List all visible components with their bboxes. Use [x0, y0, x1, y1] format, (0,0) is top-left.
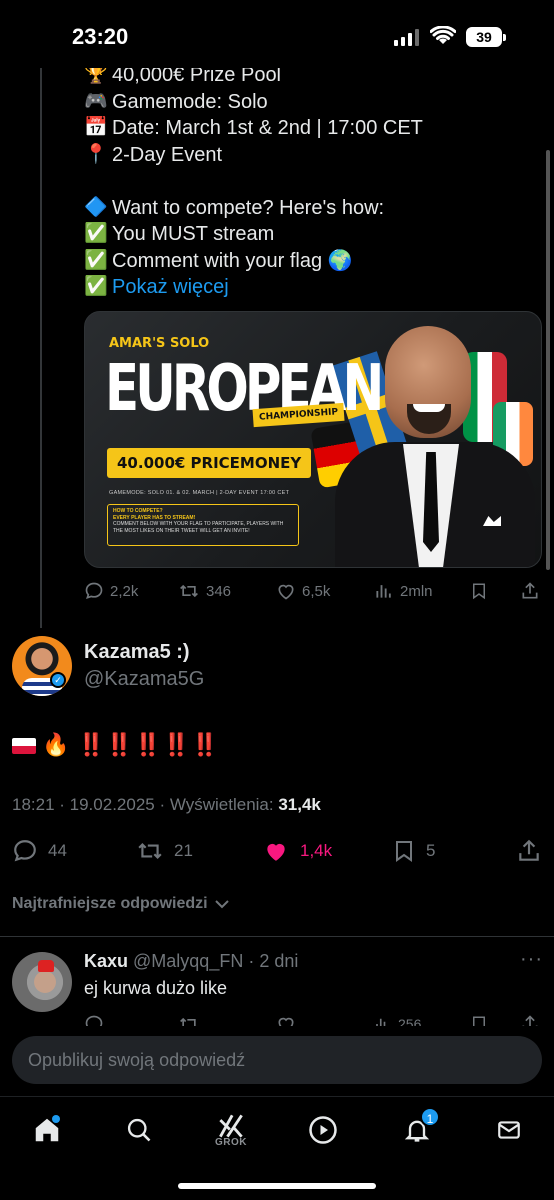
grok-icon	[219, 1114, 243, 1138]
poland-flag-icon	[12, 738, 36, 755]
reply-button[interactable]: 2,2k	[84, 581, 138, 601]
mail-icon	[498, 1121, 520, 1139]
like-button[interactable]: 1,4k	[262, 838, 332, 864]
reply-author-name: Kaxu	[84, 951, 129, 971]
author-name[interactable]: Kazama5 :)	[84, 641, 190, 664]
post-line: 🎮 Gamemode: Solo	[84, 89, 524, 116]
repost-button[interactable]: 21	[136, 838, 193, 864]
person-smile	[413, 404, 445, 412]
event-banner-image[interactable]: AMAR'S SOLO EUROPEAN CHAMPIONSHIP 40.000…	[84, 311, 542, 568]
banner-meta: GAMEMODE: SOLO 01. & 02. MARCH | 2-DAY E…	[109, 490, 290, 496]
diamond-icon: 🔷	[84, 196, 108, 218]
reply-author-meta: @Malyqq_FN · 2 dni	[128, 951, 299, 971]
reply-icon	[85, 582, 103, 599]
post-line: ✅ Comment with your flag 🌍	[84, 248, 524, 275]
author-avatar[interactable]	[12, 636, 72, 696]
share-icon	[519, 839, 539, 861]
status-bar: 23:20 39	[0, 0, 554, 68]
play-circle-icon	[309, 1116, 337, 1144]
share-button[interactable]	[520, 581, 540, 601]
reply-compose-field[interactable]	[12, 1036, 542, 1084]
reply-header[interactable]: Kaxu @Malyqq_FN · 2 dni	[84, 951, 298, 972]
status-time: 23:20	[72, 24, 129, 49]
pin-icon: 📍	[84, 143, 108, 165]
bookmark-button[interactable]	[470, 581, 488, 601]
post-view-count: 31,4k	[278, 795, 321, 814]
replies-sort-dropdown[interactable]: Najtrafniejsze odpowiedzi	[12, 895, 230, 913]
post-line: 📍 2-Day Event	[84, 142, 524, 169]
post-meta: 18:21 · 19.02.2025 · Wyświetlenia: 31,4k	[12, 795, 321, 815]
bookmark-button[interactable]: 5	[392, 838, 435, 864]
checkmark-icon: ✅	[84, 276, 108, 297]
like-button[interactable]: 6,5k	[276, 581, 330, 601]
nav-notifications[interactable]: 1	[394, 1107, 440, 1153]
parent-post-text: 🏆 40,000€ Prize Pool 🎮 Gamemode: Solo 📅 Dat…	[84, 62, 524, 301]
reply-input[interactable]	[28, 1049, 508, 1071]
post-timestamp: 18:21 · 19.02.2025 · Wyświetlenia:	[12, 795, 279, 814]
show-more-link[interactable]: Pokaż więcej	[112, 274, 229, 301]
battery-indicator: 39	[466, 27, 506, 47]
divider	[0, 936, 554, 937]
post-line: 🔷 Want to compete? Here's how:	[84, 195, 524, 222]
grok-label: GROK	[215, 1136, 247, 1148]
parent-post-actions: 2,2k 346 6,5k 2mln	[0, 578, 554, 604]
checkmark-icon: ✅	[84, 223, 108, 244]
post-line: ✅ Pokaż więcej	[84, 274, 524, 301]
game-controller-icon: 🎮	[84, 90, 108, 112]
search-icon	[127, 1118, 151, 1142]
nav-video[interactable]	[300, 1107, 346, 1153]
analytics-icon	[376, 585, 391, 598]
repost-icon	[180, 584, 198, 598]
post-line: 📅 Date: March 1st & 2nd | 17:00 CET	[84, 115, 524, 142]
chevron-down-icon	[214, 900, 229, 909]
nav-search[interactable]	[116, 1107, 162, 1153]
share-button[interactable]	[516, 838, 542, 864]
home-indicator	[178, 1183, 376, 1189]
cellular-signal-icon	[394, 28, 419, 46]
heart-filled-icon	[267, 843, 285, 861]
heart-icon	[278, 584, 294, 600]
banner-howto: HOW TO COMPETE? EVERY PLAYER HAS TO STRE…	[107, 504, 299, 546]
bookmark-icon	[396, 841, 412, 862]
author-handle[interactable]: @Kazama5G	[84, 668, 204, 691]
reply-icon	[14, 840, 36, 862]
wifi-icon	[430, 26, 456, 44]
repost-button[interactable]: 346	[178, 581, 231, 601]
nav-grok[interactable]: GROK	[208, 1107, 254, 1153]
reply-text: ej kurwa dużo like	[84, 978, 228, 998]
new-content-dot	[52, 1115, 60, 1123]
views-button[interactable]: 2mln	[374, 581, 433, 601]
reply-button[interactable]: 44	[12, 838, 67, 864]
bookmark-icon	[473, 583, 485, 600]
nav-messages[interactable]	[486, 1107, 532, 1153]
verified-badge-icon: ✓	[50, 672, 66, 688]
share-icon	[522, 582, 538, 599]
more-options-icon[interactable]: ···	[520, 948, 543, 971]
post-actions: 44 21 1,4k 5	[0, 836, 554, 866]
post-line: ✅ You MUST stream	[84, 221, 524, 248]
repost-icon	[138, 842, 162, 860]
compose-bar	[0, 1026, 554, 1096]
checkmark-icon: ✅	[84, 249, 108, 271]
post-text: 🔥 ‼️‼️‼️‼️‼️	[12, 732, 219, 758]
nav-home[interactable]	[24, 1107, 70, 1153]
banner-price: 40.000€ PRICEMONEY	[107, 448, 312, 478]
banner-top-label: AMAR'S SOLO	[109, 336, 210, 351]
reply-author-avatar[interactable]	[12, 952, 72, 1012]
calendar-icon: 📅	[84, 117, 108, 138]
notifications-badge: 1	[420, 1107, 440, 1127]
scrollbar[interactable]	[546, 150, 550, 570]
thread-connector-line	[40, 68, 42, 628]
